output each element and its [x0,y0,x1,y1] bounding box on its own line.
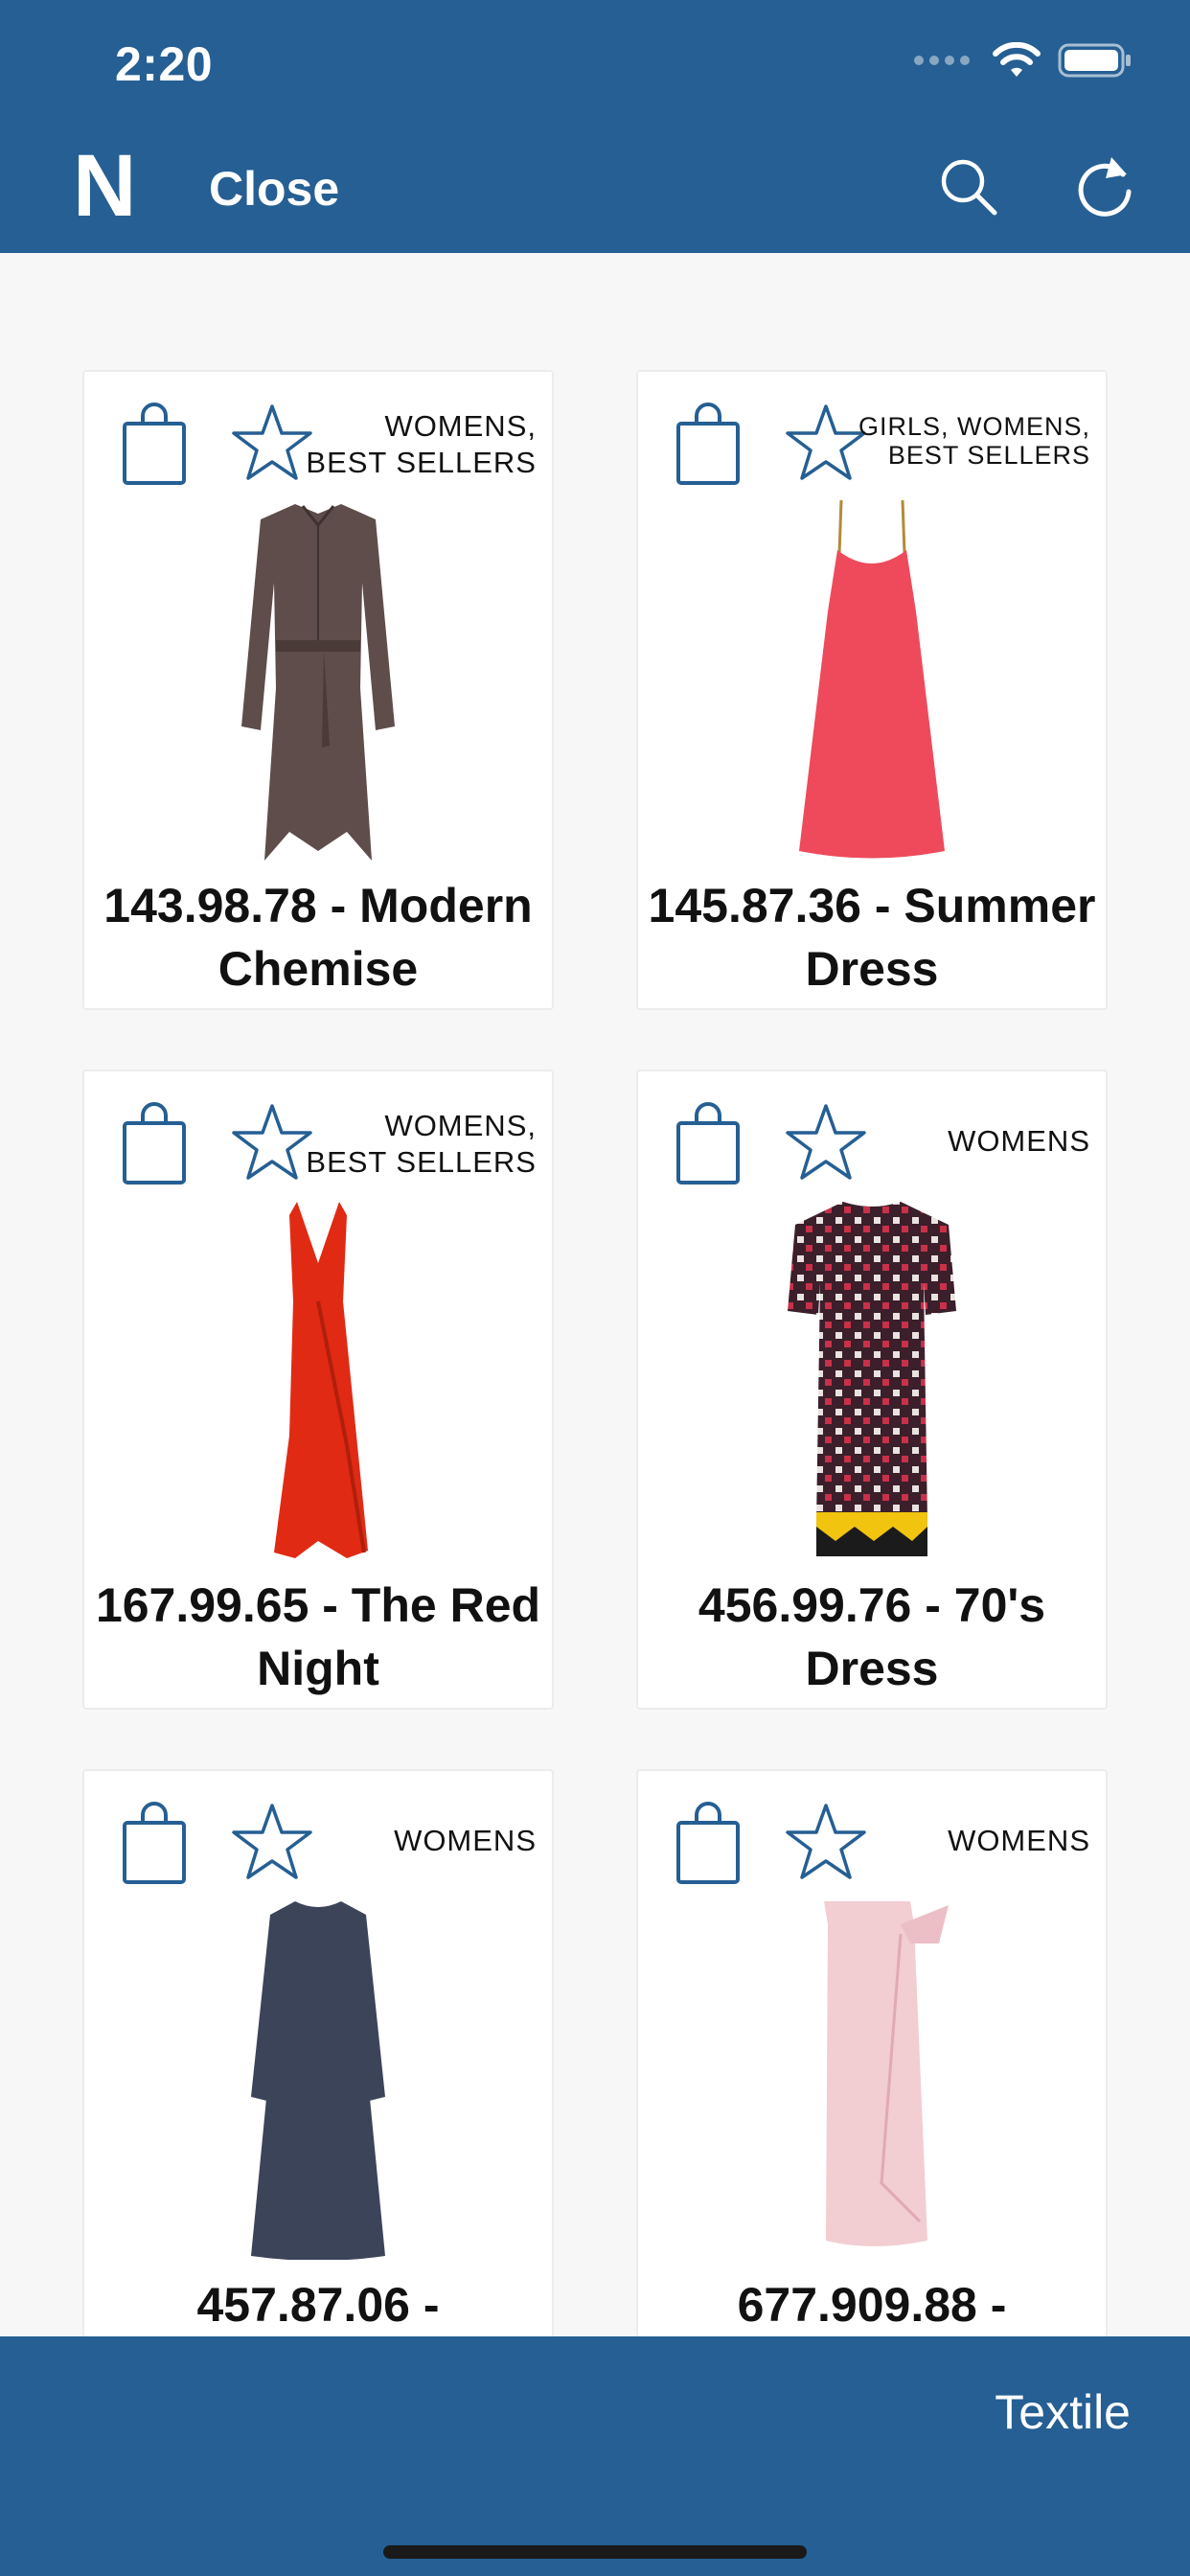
close-button[interactable]: Close [209,161,339,217]
product-tags: WOMENS [948,1824,1090,1857]
navy-long-dress-image [251,1901,385,2260]
product-title[interactable]: 167.99.65 - The Red Night [94,1574,542,1700]
product-title[interactable]: 145.87.36 - Summer Dress [648,874,1096,1000]
red-gown-image [274,1202,368,1558]
signal-icon [914,56,970,65]
brown-shirt-dress-image [241,504,395,861]
product-card[interactable]: WOMENS, BEST SELLERS 143.98.78 - Modern … [82,370,554,1010]
product-image[interactable] [638,1196,1106,1556]
product-image[interactable] [638,496,1106,859]
product-tags: WOMENS [948,1124,1090,1158]
battery-icon [1058,43,1131,78]
app-header: 2:20 N Close [0,0,1190,253]
status-icons [914,42,1133,79]
product-card[interactable]: GIRLS, WOMENS, BEST SELLERS 145.87.36 - … [636,370,1108,1010]
product-image[interactable] [84,496,552,861]
product-title[interactable]: 456.99.76 - 70's Dress [648,1574,1096,1700]
product-tags: GIRLS, WOMENS, BEST SELLERS [858,412,1090,470]
coral-slip-dress-image [799,499,945,859]
app-logo[interactable]: N [73,142,136,230]
product-tags: WOMENS [394,1824,537,1857]
product-tags: WOMENS, BEST SELLERS [306,1109,537,1179]
shopping-bag-icon[interactable] [121,1100,188,1186]
product-card[interactable]: WOMENS 456.99.76 - 70's Dress [636,1070,1108,1710]
product-card[interactable]: WOMENS, BEST SELLERS 167.99.65 - The Red… [82,1070,554,1710]
product-tags: WOMENS, BEST SELLERS [306,409,537,479]
pink-wrap-skirt-image [824,1901,949,2246]
shopping-bag-icon[interactable] [675,1100,742,1186]
search-icon[interactable] [935,153,1002,220]
product-image[interactable] [638,1896,1106,2246]
product-title[interactable]: 457.87.06 - [94,2273,542,2336]
refresh-icon[interactable] [1073,153,1140,220]
status-time: 2:20 [115,37,214,91]
bottom-bar: Textile [0,2336,1190,2576]
wifi-icon [993,42,1041,77]
patterned-dress-image [788,1202,956,1556]
shopping-bag-icon[interactable] [675,1800,742,1886]
shopping-bag-icon[interactable] [121,1800,188,1886]
shopping-bag-icon[interactable] [675,401,742,487]
textile-tab[interactable]: Textile [995,2384,1131,2440]
shopping-bag-icon[interactable] [121,401,188,487]
product-image[interactable] [84,1896,552,2260]
home-indicator[interactable] [383,2545,807,2559]
product-card[interactable]: WOMENS 457.87.06 - [82,1769,554,2409]
product-title[interactable]: 143.98.78 - Modern Chemise [94,874,542,1000]
product-card[interactable]: WOMENS 677.909.88 - [636,1769,1108,2409]
product-title[interactable]: 677.909.88 - [648,2273,1096,2336]
product-image[interactable] [84,1196,552,1558]
